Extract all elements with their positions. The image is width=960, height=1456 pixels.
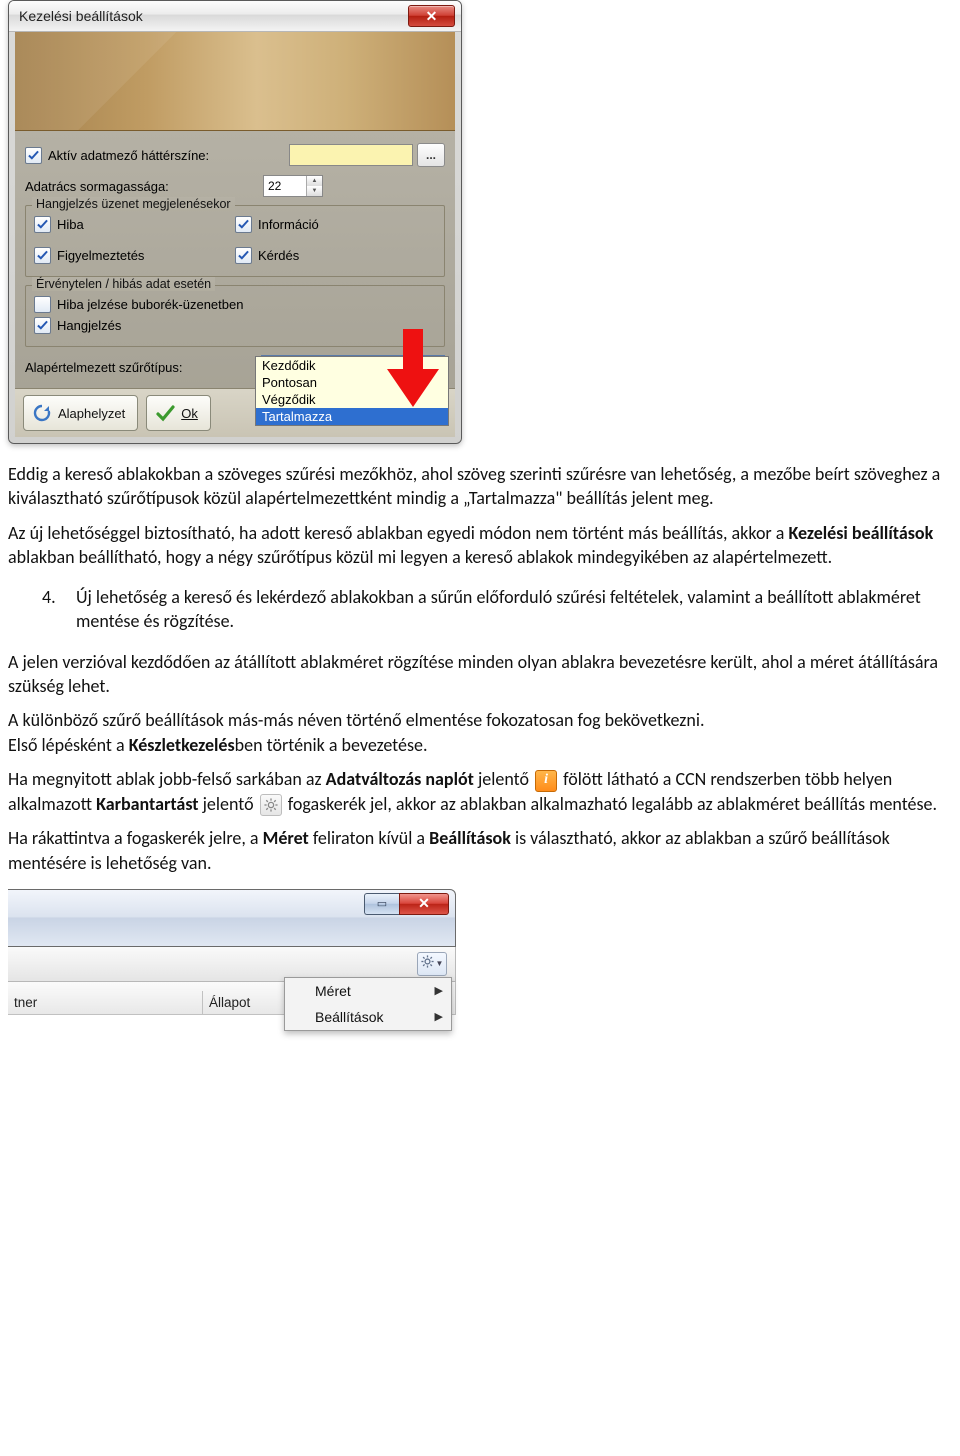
- gear-dropdown-menu: Méret ▶ Beállítások ▶: [284, 977, 452, 1031]
- active-field-color-swatch[interactable]: [289, 144, 413, 166]
- toolstrip: ▼ Méret ▶ Beállítások ▶: [8, 947, 456, 982]
- menu-item-label: Beállítások: [315, 1009, 383, 1025]
- paragraph: Ha rákattintva a fogaskerék jelre, a Mér…: [8, 826, 952, 875]
- sound-info-checkbox[interactable]: [235, 216, 252, 233]
- ok-button-label: Ok: [181, 406, 198, 421]
- paragraph: Eddig a kereső ablakokban a szöveges szű…: [8, 462, 952, 511]
- filter-option-selected[interactable]: Tartalmazza: [256, 408, 448, 425]
- sound-warn-checkbox[interactable]: [34, 247, 51, 264]
- list-item-text: Új lehetőség a kereső és lekérdező ablak…: [76, 585, 952, 634]
- reset-button[interactable]: Alaphelyzet: [23, 395, 138, 431]
- row-height-value: 22: [264, 179, 306, 193]
- check-icon: [155, 403, 175, 423]
- minimize-button[interactable]: ▭: [364, 893, 399, 915]
- ok-button[interactable]: Ok: [146, 395, 211, 431]
- sound-question-checkbox[interactable]: [235, 247, 252, 264]
- paragraph: Az új lehetőséggel biztosítható, ha adot…: [8, 521, 952, 570]
- invalid-sound-label: Hangjelzés: [57, 318, 121, 333]
- ellipsis-icon: ...: [426, 148, 436, 162]
- titlebar[interactable]: Kezelési beállítások ✕: [9, 1, 461, 32]
- sound-question-label: Kérdés: [258, 248, 299, 263]
- numbered-list: 4. Új lehetőség a kereső és lekérdező ab…: [42, 585, 952, 634]
- sound-group: Hangjelzés üzenet megjelenésekor Hiba In…: [25, 205, 445, 277]
- close-icon: ✕: [418, 895, 430, 912]
- gear-menu-button[interactable]: ▼: [417, 952, 447, 976]
- list-item: 4. Új lehetőség a kereső és lekérdező ab…: [42, 585, 952, 634]
- sound-group-legend: Hangjelzés üzenet megjelenésekor: [32, 197, 235, 211]
- sound-error-checkbox[interactable]: [34, 216, 51, 233]
- invalid-group: Érvénytelen / hibás adat esetén Hiba jel…: [25, 285, 445, 347]
- submenu-arrow-icon: ▶: [435, 984, 443, 997]
- row-height-spinner[interactable]: 22 ▲ ▼: [263, 175, 323, 197]
- invalid-sound-checkbox[interactable]: [34, 317, 51, 334]
- chevron-up-icon[interactable]: ▲: [306, 176, 322, 186]
- refresh-icon: [32, 403, 52, 423]
- bubble-error-label: Hiba jelzése buborék-üzenetben: [57, 297, 243, 312]
- color-picker-button[interactable]: ...: [417, 143, 445, 167]
- minimize-icon: ▭: [377, 897, 387, 910]
- annotation-arrow: [387, 329, 439, 407]
- window-chrome: ▭ ✕: [8, 889, 456, 947]
- menu-item-settings[interactable]: Beállítások ▶: [285, 1004, 451, 1030]
- filter-type-label: Alapértelmezett szűrőtípus:: [25, 360, 255, 375]
- submenu-arrow-icon: ▶: [435, 1010, 443, 1023]
- sound-warn-label: Figyelmeztetés: [57, 248, 144, 263]
- close-button[interactable]: ✕: [408, 5, 455, 27]
- gear-icon: [260, 794, 282, 816]
- close-icon: ✕: [426, 8, 438, 25]
- active-field-label: Aktív adatmező háttérszíne:: [48, 148, 209, 163]
- bubble-error-checkbox[interactable]: [34, 296, 51, 313]
- dialog-body: Aktív adatmező háttérszíne: ... Adatrács…: [15, 131, 455, 388]
- paragraph: A jelen verzióval kezdődően az átállítot…: [8, 650, 952, 699]
- info-icon: i: [535, 770, 557, 792]
- dialog-banner: [15, 32, 455, 131]
- chevron-down-icon[interactable]: ▼: [306, 186, 322, 196]
- menu-item-size[interactable]: Méret ▶: [285, 978, 451, 1004]
- row-height-label: Adatrács sormagassága:: [25, 179, 257, 194]
- dialog-title: Kezelési beállítások: [19, 8, 408, 24]
- invalid-group-legend: Érvénytelen / hibás adat esetén: [32, 277, 215, 291]
- paragraph: A különböző szűrő beállítások más-más né…: [8, 708, 952, 757]
- settings-dialog: Kezelési beállítások ✕ Aktív adatmező há…: [8, 0, 462, 444]
- window-fragment: ▭ ✕ ▼ Méret ▶ Beállítások ▶ tner Állapot: [8, 889, 456, 1015]
- window-close-button[interactable]: ✕: [399, 893, 449, 915]
- chevron-down-icon: ▼: [436, 959, 444, 968]
- gear-icon: [421, 955, 434, 972]
- reset-button-label: Alaphelyzet: [58, 406, 125, 421]
- sound-info-label: Információ: [258, 217, 319, 232]
- list-number: 4.: [42, 585, 64, 634]
- menu-item-label: Méret: [315, 983, 351, 999]
- active-field-checkbox[interactable]: [25, 147, 42, 164]
- sound-error-label: Hiba: [57, 217, 84, 232]
- paragraph: Ha megnyitott ablak jobb-felső sarkában …: [8, 767, 952, 816]
- grid-column-header[interactable]: tner: [8, 991, 203, 1014]
